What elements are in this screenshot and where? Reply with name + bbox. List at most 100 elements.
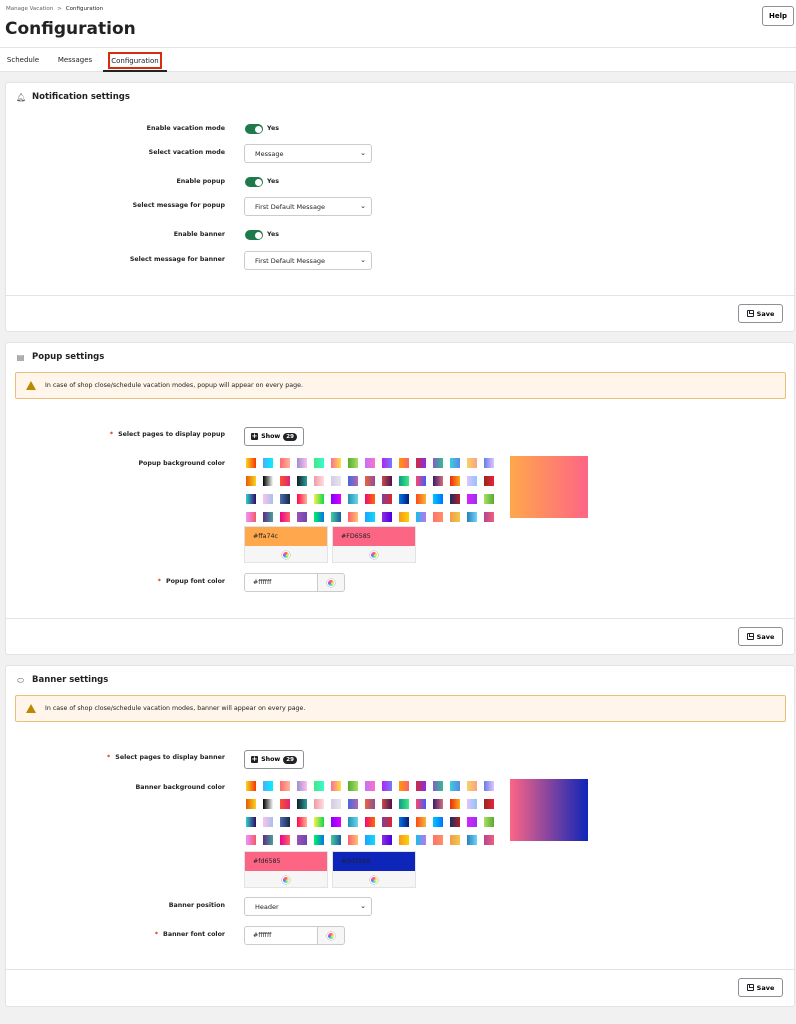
gradient-swatch[interactable] — [399, 512, 409, 522]
gradient-swatch[interactable] — [382, 781, 392, 791]
gradient-swatch[interactable] — [450, 476, 460, 486]
gradient-swatch[interactable] — [416, 476, 426, 486]
banner-start-color-value[interactable]: #fd6585 — [245, 852, 327, 871]
gradient-swatch[interactable] — [433, 799, 443, 809]
gradient-swatch[interactable] — [467, 781, 477, 791]
gradient-swatch[interactable] — [433, 458, 443, 468]
gradient-swatch[interactable] — [297, 817, 307, 827]
gradient-swatch[interactable] — [399, 781, 409, 791]
banner-save-button[interactable]: Save — [738, 978, 783, 997]
gradient-swatch[interactable] — [450, 835, 460, 845]
gradient-swatch[interactable] — [382, 817, 392, 827]
gradient-swatch[interactable] — [314, 476, 324, 486]
gradient-swatch[interactable] — [365, 494, 375, 504]
gradient-swatch[interactable] — [416, 494, 426, 504]
gradient-swatch[interactable] — [433, 512, 443, 522]
gradient-swatch[interactable] — [331, 458, 341, 468]
gradient-swatch[interactable] — [297, 458, 307, 468]
gradient-swatch[interactable] — [246, 476, 256, 486]
vacation-mode-select[interactable]: Message ⌄ — [244, 144, 372, 163]
gradient-swatch[interactable] — [263, 799, 273, 809]
gradient-swatch[interactable] — [263, 476, 273, 486]
gradient-swatch[interactable] — [263, 494, 273, 504]
gradient-swatch[interactable] — [467, 835, 477, 845]
popup-toggle[interactable] — [245, 177, 263, 187]
gradient-swatch[interactable] — [348, 835, 358, 845]
gradient-swatch[interactable] — [484, 458, 494, 468]
gradient-swatch[interactable] — [246, 817, 256, 827]
popup-save-button[interactable]: Save — [738, 627, 783, 646]
gradient-swatch[interactable] — [297, 476, 307, 486]
gradient-swatch[interactable] — [416, 835, 426, 845]
gradient-swatch[interactable] — [314, 458, 324, 468]
gradient-swatch[interactable] — [263, 781, 273, 791]
gradient-swatch[interactable] — [314, 512, 324, 522]
gradient-swatch[interactable] — [348, 799, 358, 809]
gradient-swatch[interactable] — [399, 835, 409, 845]
gradient-swatch[interactable] — [484, 476, 494, 486]
gradient-swatch[interactable] — [331, 476, 341, 486]
gradient-swatch[interactable] — [348, 494, 358, 504]
banner-toggle[interactable] — [245, 230, 263, 240]
tab-configuration[interactable]: Configuration — [108, 52, 162, 69]
gradient-swatch[interactable] — [280, 476, 290, 486]
gradient-swatch[interactable] — [450, 494, 460, 504]
gradient-swatch[interactable] — [331, 512, 341, 522]
gradient-swatch[interactable] — [331, 781, 341, 791]
gradient-swatch[interactable] — [365, 458, 375, 468]
gradient-swatch[interactable] — [331, 799, 341, 809]
popup-end-color-picker[interactable]: #FD6585 — [332, 526, 416, 563]
gradient-swatch[interactable] — [399, 476, 409, 486]
gradient-swatch[interactable] — [382, 476, 392, 486]
gradient-swatch[interactable] — [450, 458, 460, 468]
gradient-swatch[interactable] — [450, 817, 460, 827]
banner-position-select[interactable]: Header ⌄ — [244, 897, 372, 916]
popup-start-color-value[interactable]: #ffa74c — [245, 527, 327, 546]
gradient-swatch[interactable] — [280, 458, 290, 468]
popup-start-color-picker[interactable]: #ffa74c — [244, 526, 328, 563]
gradient-swatch[interactable] — [450, 799, 460, 809]
gradient-swatch[interactable] — [365, 781, 375, 791]
gradient-swatch[interactable] — [467, 476, 477, 486]
gradient-swatch[interactable] — [331, 494, 341, 504]
gradient-swatch[interactable] — [467, 494, 477, 504]
banner-start-color-picker[interactable]: #fd6585 — [244, 851, 328, 888]
banner-end-color-picker[interactable]: #0d25b9 — [332, 851, 416, 888]
gradient-swatch[interactable] — [416, 817, 426, 827]
gradient-swatch[interactable] — [263, 512, 273, 522]
gradient-swatch[interactable] — [246, 494, 256, 504]
gradient-swatch[interactable] — [467, 458, 477, 468]
gradient-swatch[interactable] — [280, 799, 290, 809]
help-button[interactable]: Help — [762, 6, 794, 26]
gradient-swatch[interactable] — [246, 781, 256, 791]
gradient-swatch[interactable] — [382, 799, 392, 809]
gradient-swatch[interactable] — [416, 781, 426, 791]
popup-font-color-input[interactable]: #ffffff — [244, 573, 318, 592]
gradient-swatch[interactable] — [348, 476, 358, 486]
popup-font-color-picker[interactable] — [318, 573, 345, 592]
gradient-swatch[interactable] — [450, 512, 460, 522]
gradient-swatch[interactable] — [280, 512, 290, 522]
gradient-swatch[interactable] — [416, 458, 426, 468]
tab-messages[interactable]: Messages — [55, 52, 95, 68]
banner-font-color-input[interactable]: #ffffff — [244, 926, 318, 945]
gradient-swatch[interactable] — [297, 799, 307, 809]
popup-message-select[interactable]: First Default Message ⌄ — [244, 197, 372, 216]
gradient-swatch[interactable] — [263, 835, 273, 845]
banner-message-select[interactable]: First Default Message ⌄ — [244, 251, 372, 270]
gradient-swatch[interactable] — [280, 817, 290, 827]
gradient-swatch[interactable] — [382, 494, 392, 504]
banner-font-color-picker[interactable] — [318, 926, 345, 945]
gradient-swatch[interactable] — [297, 835, 307, 845]
gradient-swatch[interactable] — [416, 512, 426, 522]
gradient-swatch[interactable] — [314, 799, 324, 809]
color-wheel-icon[interactable] — [282, 551, 290, 559]
color-wheel-icon[interactable] — [370, 551, 378, 559]
gradient-swatch[interactable] — [348, 512, 358, 522]
popup-end-color-value[interactable]: #FD6585 — [333, 527, 415, 546]
gradient-swatch[interactable] — [365, 512, 375, 522]
gradient-swatch[interactable] — [484, 835, 494, 845]
gradient-swatch[interactable] — [484, 494, 494, 504]
gradient-swatch[interactable] — [399, 494, 409, 504]
notification-save-button[interactable]: Save — [738, 304, 783, 323]
